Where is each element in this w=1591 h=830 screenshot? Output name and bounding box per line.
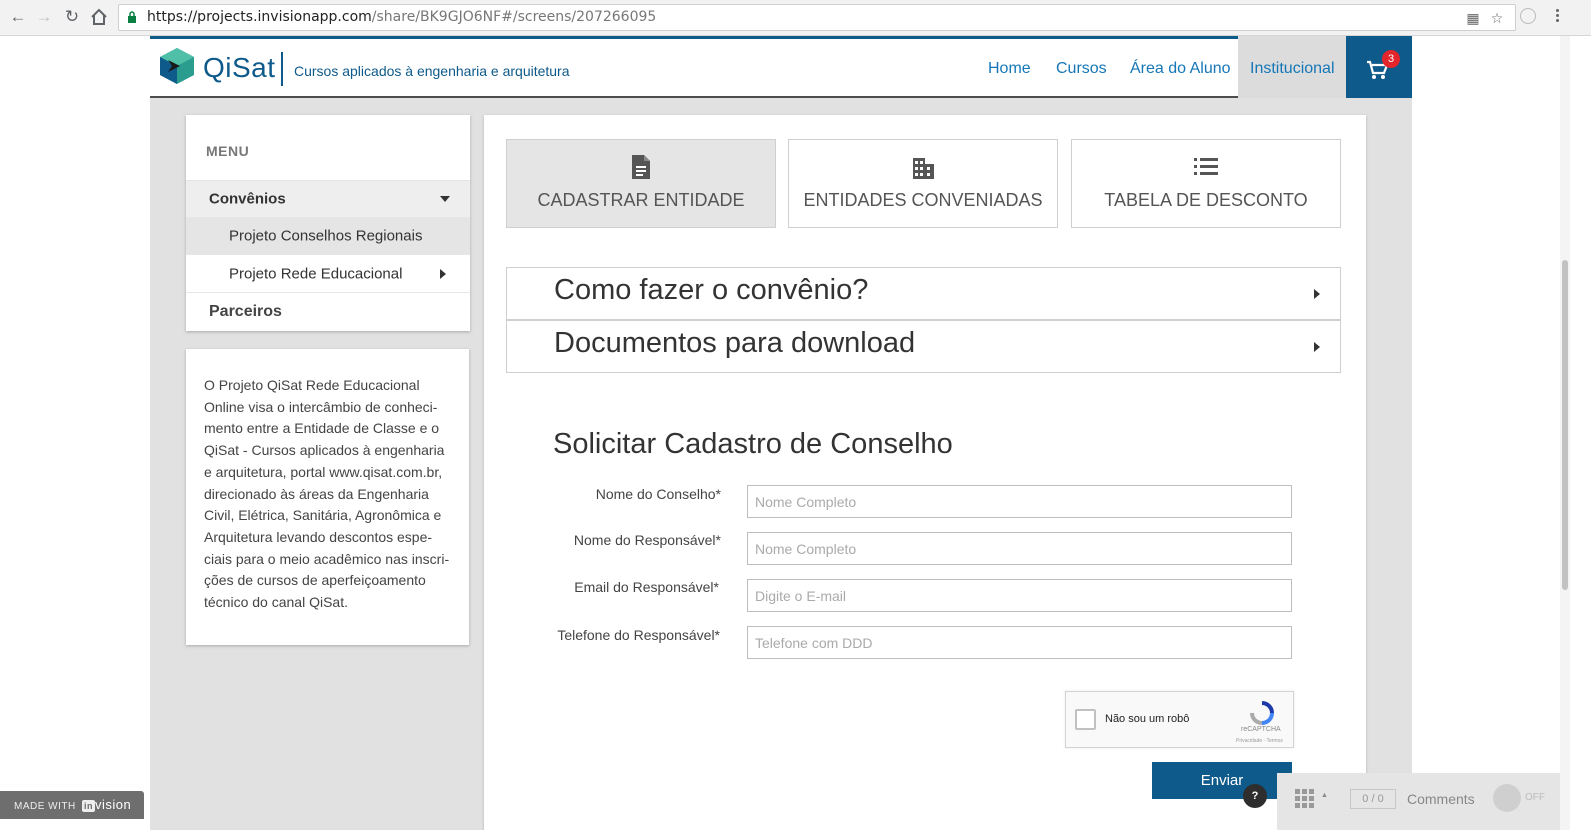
extension-icon[interactable] bbox=[1520, 8, 1536, 24]
made-with-label: MADE WITH bbox=[14, 801, 76, 812]
back-arrow-icon[interactable]: ← bbox=[6, 5, 30, 29]
recaptcha-checkbox[interactable] bbox=[1075, 709, 1096, 730]
made-with-invision-badge[interactable]: MADE WITH in vision bbox=[0, 791, 144, 819]
forward-arrow-icon[interactable]: → bbox=[32, 5, 56, 29]
list-icon bbox=[1194, 158, 1218, 175]
reload-icon[interactable]: ↻ bbox=[60, 5, 84, 29]
recaptcha-widget: Não sou um robô reCAPTCHA Privacidade - … bbox=[1065, 691, 1294, 748]
recaptcha-label: Não sou um robô bbox=[1105, 713, 1190, 725]
comments-label[interactable]: Comments bbox=[1407, 791, 1475, 807]
sidebar-item-label: Convênios bbox=[209, 190, 286, 208]
url-path: /share/BK9GJO6NF#/screens/207266095 bbox=[371, 9, 657, 25]
recaptcha-terms[interactable]: Privacidade - Termos bbox=[1236, 738, 1283, 744]
sidebar-item-label: Projeto Rede Educacional bbox=[229, 265, 403, 282]
caret-down-icon bbox=[440, 196, 450, 202]
label-nome-responsavel: Nome do Responsável* bbox=[573, 532, 721, 548]
caret-up-icon[interactable]: ▲ bbox=[1321, 792, 1328, 799]
tile-label: TABELA DE DESCONTO bbox=[1104, 190, 1308, 210]
invision-logo-icon: in bbox=[82, 800, 95, 812]
sidebar-info-text: O Projeto QiSat Rede Educacional Online … bbox=[204, 377, 450, 611]
logo-text[interactable]: QiSat bbox=[203, 52, 276, 84]
accordion-title: Documentos para download bbox=[554, 327, 916, 359]
menu-title: MENU bbox=[206, 143, 250, 159]
main-panel: CADASTRAR ENTIDADE ENTIDADES CONVENIADAS… bbox=[484, 115, 1366, 830]
nav-cursos[interactable]: Cursos bbox=[1056, 60, 1107, 78]
comments-toggle[interactable] bbox=[1493, 784, 1521, 812]
tile-label: CADASTRAR ENTIDADE bbox=[537, 190, 745, 210]
recaptcha-logo-icon bbox=[1250, 701, 1274, 725]
input-nome-conselho[interactable] bbox=[747, 485, 1292, 518]
menu-kebab-icon[interactable] bbox=[1556, 9, 1560, 24]
screens-grid-icon[interactable] bbox=[1295, 789, 1315, 809]
nav-area-do-aluno[interactable]: Área do Aluno bbox=[1130, 60, 1231, 78]
document-icon bbox=[632, 155, 650, 179]
submit-button[interactable]: Enviar bbox=[1152, 762, 1292, 799]
nav-home[interactable]: Home bbox=[988, 60, 1031, 78]
input-email-responsavel[interactable] bbox=[747, 579, 1292, 612]
invision-toolbar: ▲ 0 / 0 Comments OFF bbox=[1277, 773, 1560, 830]
qisat-logo-icon[interactable] bbox=[158, 47, 196, 85]
star-icon[interactable]: ☆ bbox=[1489, 11, 1505, 27]
tagline: Cursos aplicados à engenharia e arquitet… bbox=[294, 63, 570, 79]
caret-right-icon bbox=[440, 268, 446, 279]
accordion-title: Como fazer o convênio? bbox=[554, 274, 869, 306]
logo-divider bbox=[281, 52, 283, 86]
tile-cadastrar-entidade[interactable]: CADASTRAR ENTIDADE bbox=[506, 139, 776, 228]
sidebar-menu: MENU Convênios Projeto Conselhos Regiona… bbox=[186, 115, 470, 331]
scrollbar-thumb[interactable] bbox=[1562, 260, 1568, 590]
accordion-como-fazer[interactable]: Como fazer o convênio? bbox=[506, 267, 1341, 320]
site-header: QiSat Cursos aplicados à engenharia e ar… bbox=[150, 36, 1412, 98]
toggle-state-label: OFF bbox=[1525, 792, 1545, 803]
tile-label: ENTIDADES CONVENIADAS bbox=[803, 190, 1043, 210]
caret-right-icon bbox=[1314, 341, 1320, 352]
sidebar-item-convenios[interactable]: Convênios bbox=[186, 180, 470, 217]
form-title: Solicitar Cadastro de Conselho bbox=[553, 428, 953, 460]
home-icon[interactable] bbox=[87, 5, 111, 29]
input-nome-responsavel[interactable] bbox=[747, 532, 1292, 565]
sidebar-item-label: Projeto Conselhos Regionais bbox=[229, 227, 423, 245]
browser-toolbar: ← → ↻ https://projects.invisionapp.com/s… bbox=[0, 0, 1591, 36]
recaptcha-brand: reCAPTCHA bbox=[1241, 726, 1281, 733]
cart-button[interactable]: 3 bbox=[1346, 36, 1412, 98]
help-button[interactable]: ? bbox=[1243, 784, 1267, 808]
lock-icon bbox=[128, 11, 136, 23]
sidebar-item-parceiros[interactable]: Parceiros bbox=[186, 292, 470, 331]
label-email-responsavel: Email do Responsável* bbox=[574, 579, 719, 595]
building-icon bbox=[913, 158, 934, 179]
nav-institucional[interactable]: Institucional bbox=[1250, 60, 1335, 78]
tile-tabela-de-desconto[interactable]: TABELA DE DESCONTO bbox=[1071, 139, 1341, 228]
address-bar[interactable]: https://projects.invisionapp.com/share/B… bbox=[118, 4, 1516, 31]
invision-wordmark: vision bbox=[95, 797, 132, 812]
input-telefone-responsavel[interactable] bbox=[747, 626, 1292, 659]
translate-icon[interactable]: ▦ bbox=[1465, 11, 1481, 27]
cart-count-badge: 3 bbox=[1382, 50, 1400, 68]
sidebar-item-label: Parceiros bbox=[209, 303, 282, 320]
sidebar-info-box: O Projeto QiSat Rede Educacional Online … bbox=[186, 349, 469, 645]
accordion-documentos[interactable]: Documentos para download bbox=[506, 320, 1341, 373]
sidebar-item-rede-educacional[interactable]: Projeto Rede Educacional bbox=[186, 254, 470, 292]
url-host: https://projects.invisionapp.com bbox=[147, 9, 372, 25]
tile-entidades-conveniadas[interactable]: ENTIDADES CONVENIADAS bbox=[788, 139, 1058, 228]
label-nome-conselho: Nome do Conselho* bbox=[595, 486, 721, 502]
caret-right-icon bbox=[1314, 288, 1320, 299]
page-margin-left bbox=[0, 36, 150, 830]
label-telefone-responsavel: Telefone do Responsável* bbox=[557, 627, 720, 643]
screen-counter: 0 / 0 bbox=[1350, 789, 1396, 809]
sidebar-item-conselhos-regionais[interactable]: Projeto Conselhos Regionais bbox=[186, 217, 470, 254]
